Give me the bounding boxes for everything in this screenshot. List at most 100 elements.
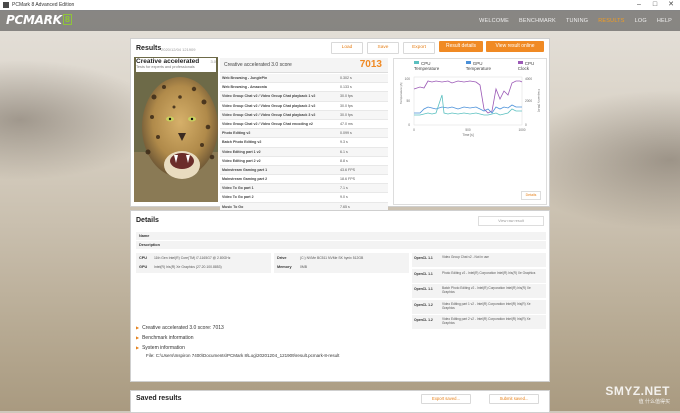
cpu-label: CPU — [139, 256, 148, 260]
subscore-name: Video Group Chat v2 / Video Group Chat p… — [222, 94, 316, 99]
subscore-row: Video Group Chat v2 / Video Group Chat p… — [220, 102, 388, 111]
y-left-tick-0: 0 — [408, 123, 410, 127]
nav-welcome[interactable]: WELCOME — [479, 18, 509, 24]
watermark-sub: 值 什么值得买 — [638, 399, 670, 405]
subscore-value: 8.8 s — [340, 158, 348, 163]
subscore-value: 30.0 fps — [340, 112, 353, 117]
subscore-value: 0.099 s — [340, 131, 352, 136]
view-raw-result-button[interactable]: View raw result — [478, 216, 544, 226]
subscore-value: 30.0 fps — [340, 94, 353, 99]
subscore-value: 9.0 s — [340, 195, 348, 200]
opencl-row: OpenCL 1.1 Photo Editing v2 - Intel(R) Co… — [412, 268, 546, 283]
subscore-row: Web Browsing - JunglePin 0.302 s — [220, 74, 388, 84]
subscore-row: Video Editing part 1 v2 6.1 s — [220, 147, 388, 157]
subscore-name: Video Editing part 1 v2 — [222, 149, 261, 154]
cpu-temp-series — [414, 94, 522, 116]
x-tick-1000: 1000 — [518, 128, 525, 132]
y-right-axis-label: Frequency [MHz] — [537, 89, 541, 112]
maximize-button[interactable]: □ — [648, 0, 662, 10]
name-label: Name — [139, 234, 150, 238]
results-title: Results — [136, 45, 162, 52]
logo-text: PCMARK — [6, 13, 62, 27]
saved-results-title: Saved results — [136, 395, 182, 402]
result-details-button[interactable]: Result details — [439, 41, 483, 52]
test-description: Tests for experts and professionals — [136, 65, 195, 69]
expander-benchmark-info[interactable]: ▶ Benchmark information — [136, 335, 194, 341]
subscore-value: 0.302 s — [340, 76, 352, 80]
opencl-row: OpenCL 1.2 Video Editing part 1 v2 - Inte… — [412, 299, 546, 314]
memory-label: Memory — [277, 265, 292, 269]
test-name: Creative accelerated — [136, 58, 200, 65]
y-right-tick-0: 0 — [525, 123, 527, 127]
opencl-row: OpenCL 1.2 Video Editing part 2 v2 - Inte… — [412, 315, 546, 329]
opencl-value: Video Editing part 1 v2 - Intel(R) Corpo… — [442, 301, 531, 310]
subscore-row: Photo Editing v2 0.099 s — [220, 129, 388, 139]
y-right-tick-4000: 4000 — [525, 77, 532, 81]
saved-results-panel: Saved results Export saved... Submit sav… — [130, 390, 550, 413]
subscore-value: 0.133 s — [340, 85, 352, 90]
site-watermark: SMYZ.NET 值 什么值得买 — [605, 384, 670, 405]
subscore-list: Web Browsing - JunglePin 0.302 s Web Brows… — [220, 74, 388, 212]
close-button[interactable]: ✕ — [664, 0, 678, 10]
results-timestamp: 2020/12/04 121909 — [161, 47, 196, 52]
nav-log[interactable]: LOG — [635, 18, 647, 24]
subscore-row: Mainstream Gaming part 1 43.6 FPS — [220, 165, 388, 176]
subscore-name: Video Editing part 2 v2 — [222, 158, 261, 163]
export-button[interactable]: Export — [403, 42, 435, 54]
subscore-name: Video To Go part 2 — [222, 195, 254, 200]
leopard-test-image — [134, 57, 218, 202]
subscore-value: 30.0 fps — [340, 103, 353, 108]
save-button[interactable]: Save — [367, 42, 399, 54]
subscore-row: Web Browsing - Amazonia 0.133 s — [220, 83, 388, 93]
description-row: Description — [136, 241, 546, 249]
export-saved-button[interactable]: Export saved... — [421, 394, 471, 404]
opencl-label: OpenCL 1.2 — [414, 318, 433, 322]
opencl-list: OpenCL 1.1 Video Group Chat v2 - Not in u… — [412, 253, 546, 331]
nav-menu: WELCOME BENCHMARK TUNING RESULTS LOG HELP — [479, 10, 672, 31]
nav-tuning[interactable]: TUNING — [566, 18, 588, 24]
subscore-name: Mainstream Gaming part 1 — [222, 167, 268, 172]
expander-system-info[interactable]: ▶ System information — [136, 345, 185, 351]
opencl-label: OpenCL 1.1 — [414, 256, 433, 260]
x-tick-500: 500 — [465, 128, 471, 132]
gpu-temp-series — [414, 104, 522, 114]
cpu-value: 11th Gen Intel(R) Core(TM) i7-1165G7 @ 2… — [154, 256, 231, 260]
submit-saved-button[interactable]: Submit saved... — [489, 394, 539, 404]
plot-area — [413, 76, 523, 126]
opencl-label: OpenCL 1.2 — [414, 302, 433, 307]
opencl-label: OpenCL 1.1 — [414, 287, 433, 291]
drive-value: (C:) NVMe BC511 NVMe SK hynix 512GB — [300, 256, 364, 260]
expander-score[interactable]: ▶ Creative accelerated 3.0 score: 7013 — [136, 325, 224, 331]
logo-number: 8 — [62, 14, 72, 25]
description-label: Description — [139, 243, 160, 247]
subscore-name: Batch Photo Editing v2 — [222, 140, 262, 145]
opencl-value: Video Editing part 2 v2 - Intel(R) Corpo… — [442, 317, 531, 325]
nav-results[interactable]: RESULTS — [598, 18, 624, 24]
app-icon — [3, 2, 9, 8]
nav-benchmark[interactable]: BENCHMARK — [519, 18, 556, 24]
subscore-name: Video Group Chat v2 / Video Group Chat e… — [222, 121, 313, 126]
chart-details-button[interactable]: Details — [521, 191, 541, 200]
x-tick-0: 0 — [413, 128, 415, 132]
score-value: 7013 — [359, 59, 382, 70]
nav-help[interactable]: HELP — [657, 18, 672, 24]
details-panel: Details View raw result Name Description… — [130, 210, 550, 382]
watermark-main: SMYZ.NET — [605, 384, 670, 398]
subscore-row: Video Group Chat v2 / Video Group Chat p… — [220, 92, 388, 102]
subscore-name: Mainstream Gaming part 2 — [222, 177, 268, 182]
subscore-row: Video To Go part 1 7.1 s — [220, 184, 388, 194]
load-button[interactable]: Load — [331, 42, 363, 54]
chart-plot: Temperature [A] Frequency [MHz] 100 50 0… — [399, 76, 541, 137]
window-title: PCMark 8 Advanced Edition — [12, 2, 75, 8]
pcmark-logo: PCMARK 8 — [6, 13, 72, 27]
name-row: Name — [136, 232, 546, 240]
opencl-value: Batch Photo Editing v2 - Intel(R) Corpor… — [442, 286, 531, 294]
subscore-row: Video Editing part 2 v2 8.8 s — [220, 157, 388, 166]
results-panel: Results 2020/12/04 121909 Load Save Expo… — [130, 38, 550, 212]
view-result-online-button[interactable]: View result online — [486, 41, 544, 52]
subscore-name: Video To Go part 1 — [222, 186, 254, 191]
result-file-path: File: C:\Users\Inspiron 7400\Documents\P… — [146, 353, 340, 358]
subscore-row: Mainstream Gaming part 2 18.6 FPS — [220, 175, 388, 185]
subscore-name: Web Browsing - Amazonia — [222, 85, 267, 90]
minimize-button[interactable]: – — [632, 0, 646, 10]
